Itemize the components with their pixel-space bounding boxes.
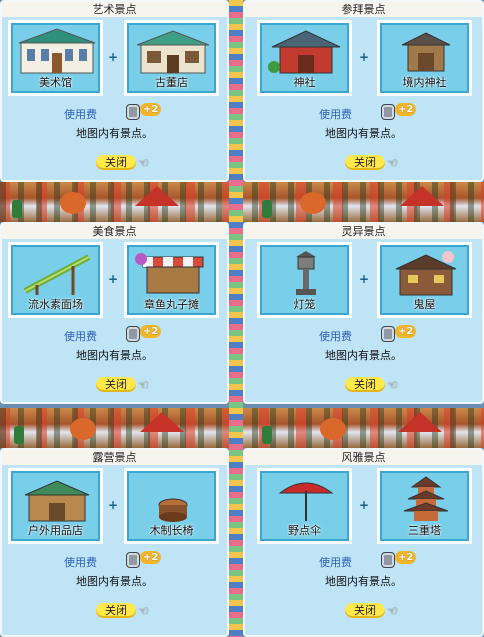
plus-icon: +	[358, 50, 370, 64]
close-button[interactable]: 关闭	[345, 377, 385, 392]
fee-value: +2	[395, 551, 417, 564]
fee-label: 使用费	[64, 108, 97, 121]
attraction-name: 鬼屋	[413, 298, 436, 311]
attraction-name: 神社	[293, 76, 316, 89]
status-message: 地图内有景点。	[325, 575, 402, 588]
panel-title: 美食景点	[2, 224, 227, 239]
attraction-card[interactable]: 章鱼丸子摊	[124, 242, 219, 318]
pointing-hand-icon: ☜	[138, 604, 149, 618]
attraction-panel-camping: 露营景点 户外用品店 + 木制长椅 使用费 +2 地图内有景点。 关闭 ☜	[0, 448, 229, 637]
attraction-card[interactable]: 灯笼	[257, 242, 352, 318]
fee-value: +2	[140, 325, 162, 338]
close-button[interactable]: 关闭	[96, 155, 136, 170]
attraction-card[interactable]: 境内神社	[377, 20, 472, 96]
status-message: 地图内有景点。	[76, 349, 153, 362]
bamboo-flume-icon	[23, 254, 91, 295]
plus-icon: +	[107, 50, 119, 64]
attraction-name: 野点伞	[288, 524, 321, 537]
coin-icon	[126, 104, 140, 120]
status-message: 地图内有景点。	[325, 127, 402, 140]
attraction-card[interactable]: 户外用品店	[8, 468, 103, 544]
attraction-name: 境内神社	[402, 76, 447, 89]
attraction-name: 章鱼丸子摊	[144, 298, 199, 311]
plus-icon: +	[358, 498, 370, 512]
attraction-panel-elegance: 风雅景点 野点伞 + 三重塔 使用费 +2 地图内有景点。 关闭 ☜	[243, 448, 484, 637]
fee-value: +2	[395, 103, 417, 116]
attraction-card[interactable]: 三重塔	[377, 468, 472, 544]
close-button[interactable]: 关闭	[345, 603, 385, 618]
attraction-card[interactable]: 野点伞	[257, 468, 352, 544]
pagoda-icon	[403, 476, 449, 521]
fee-label: 使用费	[64, 556, 97, 569]
attraction-name: 灯笼	[293, 298, 316, 311]
panel-title: 参拜景点	[245, 2, 482, 17]
status-message: 地图内有景点。	[325, 349, 402, 362]
attraction-name: 美术馆	[39, 76, 72, 89]
coin-icon	[381, 104, 395, 120]
attraction-name: 木制长椅	[149, 524, 194, 537]
fee-label: 使用费	[319, 108, 352, 121]
wooden-bench-icon	[158, 498, 188, 522]
close-button[interactable]: 关闭	[345, 155, 385, 170]
fee-label: 使用费	[319, 330, 352, 343]
panel-title: 灵异景点	[245, 224, 482, 239]
status-message: 地图内有景点。	[76, 575, 153, 588]
close-button[interactable]: 关闭	[96, 603, 136, 618]
close-button[interactable]: 关闭	[96, 377, 136, 392]
attraction-card[interactable]: 古董店	[124, 20, 219, 96]
pointing-hand-icon: ☜	[387, 378, 398, 392]
precinct-shrine-icon	[401, 32, 451, 72]
plus-icon: +	[107, 272, 119, 286]
attraction-card[interactable]: 流水素面场	[8, 242, 103, 318]
attraction-name: 三重塔	[408, 524, 441, 537]
attraction-name: 古董店	[155, 76, 188, 89]
fee-value: +2	[140, 551, 162, 564]
attraction-panel-spooky: 灵异景点 灯笼 + 鬼屋 使用费 +2 地图内有景点。 关闭 ☜	[243, 222, 484, 404]
column-divider	[229, 0, 243, 637]
attraction-name: 流水素面场	[28, 298, 83, 311]
coin-icon	[126, 552, 140, 568]
coin-icon	[381, 326, 395, 342]
shrine-icon	[268, 30, 341, 74]
attraction-name: 户外用品店	[28, 524, 83, 537]
museum-building-icon	[18, 28, 96, 74]
fee-value: +2	[140, 103, 162, 116]
panel-title: 艺术景点	[2, 2, 227, 17]
status-message: 地图内有景点。	[76, 127, 153, 140]
attraction-card[interactable]: 木制长椅	[124, 468, 219, 544]
coin-icon	[381, 552, 395, 568]
pointing-hand-icon: ☜	[138, 378, 149, 392]
coin-icon	[126, 326, 140, 342]
haunted-house-icon	[395, 251, 457, 296]
fee-value: +2	[395, 325, 417, 338]
parasol-icon	[278, 482, 334, 521]
attraction-panel-art: 艺术景点 美术馆 + 古董店 使用费 +2 地图内有景点。 关闭 ☜	[0, 0, 229, 182]
attraction-panel-worship: 参拜景点 神社 + 境内神社 使用费 +2 地图内有景点。 关闭 ☜	[243, 0, 484, 182]
panel-title: 露营景点	[2, 450, 227, 465]
stone-lantern-icon	[296, 251, 316, 295]
pointing-hand-icon: ☜	[387, 604, 398, 618]
attraction-card[interactable]: 神社	[257, 20, 352, 96]
pointing-hand-icon: ☜	[138, 156, 149, 170]
attraction-card[interactable]: 美术馆	[8, 20, 103, 96]
pointing-hand-icon: ☜	[387, 156, 398, 170]
takoyaki-stall-icon	[135, 253, 204, 294]
attraction-panel-food: 美食景点 流水素面场 + 章鱼丸子摊 使用费 +2 地图内有景点。 关闭 ☜	[0, 222, 229, 404]
plus-icon: +	[107, 498, 119, 512]
outdoor-shop-icon	[24, 480, 90, 522]
plus-icon: +	[358, 272, 370, 286]
panel-title: 风雅景点	[245, 450, 482, 465]
fee-label: 使用费	[319, 556, 352, 569]
antique-shop-icon	[136, 30, 210, 74]
attraction-card[interactable]: 鬼屋	[377, 242, 472, 318]
fee-label: 使用费	[64, 330, 97, 343]
